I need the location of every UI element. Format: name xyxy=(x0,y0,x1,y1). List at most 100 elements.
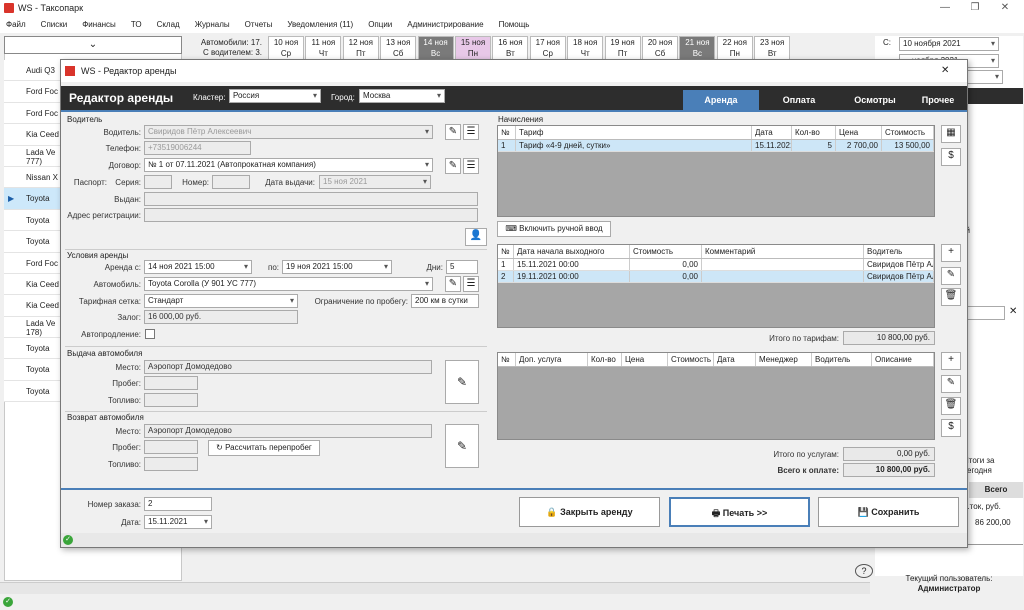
car-list-icon[interactable]: ☰ xyxy=(463,276,479,292)
menu-item[interactable]: Финансы xyxy=(82,20,116,29)
calendar-day[interactable]: 21 ноя Вс xyxy=(679,36,716,60)
pickup-mileage-field[interactable] xyxy=(144,376,198,390)
pickup-place-field[interactable]: Аэропорт Домодедово xyxy=(144,360,432,374)
calendar-day[interactable]: 11 ноя Чт xyxy=(305,36,342,60)
column-header[interactable]: Тариф xyxy=(516,126,752,139)
menu-item[interactable]: Отчеты xyxy=(245,20,273,29)
car-list-item[interactable]: Toyota xyxy=(4,209,64,232)
table-row[interactable]: 1 15.11.2021 00:00 0,00 Свиридов Пётр Ал xyxy=(498,259,934,271)
rent-to-field[interactable]: 19 ноя 2021 15:00 xyxy=(282,260,392,274)
calendar-day[interactable]: 20 ноя Сб xyxy=(642,36,678,60)
car-list-item[interactable]: Toyota xyxy=(4,338,64,360)
charges-table[interactable]: № Тариф Дата Кол-во Цена Стоимость 1 Тариф «4-9… xyxy=(497,125,935,217)
edit-pickup-icon[interactable]: ✎ xyxy=(445,360,479,404)
column-header[interactable]: Водитель xyxy=(864,245,934,258)
menu-item[interactable]: Файл xyxy=(6,20,26,29)
date-field[interactable]: 15.11.2021 xyxy=(144,515,212,529)
car-list-item[interactable]: Kia Ceed xyxy=(4,295,64,317)
edit-car-icon[interactable]: ✎ xyxy=(445,276,461,292)
column-header[interactable]: Цена xyxy=(836,126,882,139)
edit-return-icon[interactable]: ✎ xyxy=(445,424,479,468)
column-header[interactable]: Кол-во xyxy=(588,353,622,366)
column-header[interactable]: Комментарий xyxy=(702,245,864,258)
column-header[interactable]: № xyxy=(498,126,516,139)
column-header[interactable]: Менеджер xyxy=(756,353,812,366)
contract-select[interactable]: № 1 от 07.11.2021 (Автопрокатная компани… xyxy=(144,158,433,172)
minimize-button[interactable]: — xyxy=(930,0,960,16)
order-number-field[interactable]: 2 xyxy=(144,497,212,511)
menu-item[interactable]: ТО xyxy=(131,20,142,29)
column-header[interactable]: Цена xyxy=(622,353,668,366)
right-search-field[interactable] xyxy=(965,306,1005,320)
calendar-day[interactable]: 18 ноя Чт xyxy=(567,36,604,60)
service-currency-icon[interactable]: $ xyxy=(941,419,961,437)
deposit-field[interactable]: 16 000,00 руб. xyxy=(144,310,298,324)
autoextend-checkbox[interactable] xyxy=(145,329,155,339)
car-list-item[interactable]: Toyota xyxy=(4,359,64,381)
print-button[interactable]: 🖶 Печать >> xyxy=(669,497,810,527)
save-button[interactable]: 💾 Сохранить xyxy=(818,497,959,527)
column-header[interactable]: № xyxy=(498,245,514,258)
tariff-select[interactable]: Стандарт xyxy=(144,294,298,308)
column-header[interactable]: Водитель xyxy=(812,353,872,366)
column-header[interactable]: Кол-во xyxy=(792,126,836,139)
close-rental-button[interactable]: 🔒 Закрыть аренду xyxy=(519,497,660,527)
column-header[interactable]: Стоимость xyxy=(668,353,714,366)
city-select[interactable]: Москва xyxy=(359,89,445,103)
date-from-field[interactable]: 10 ноября 2021 xyxy=(899,37,999,51)
tab-payment[interactable]: Оплата xyxy=(761,90,837,110)
menu-item[interactable]: Опции xyxy=(368,20,392,29)
car-list-item[interactable]: Kia Ceed xyxy=(4,273,64,296)
number-field[interactable] xyxy=(212,175,250,189)
menu-item[interactable]: Уведомления (11) xyxy=(287,20,353,29)
calendar-day[interactable]: 16 ноя Вт xyxy=(492,36,529,60)
edit-service-icon[interactable]: ✎ xyxy=(941,375,961,393)
tab-inspections[interactable]: Осмотры xyxy=(837,90,913,110)
delete-icon[interactable]: 🗑 xyxy=(941,288,961,306)
edit-contract-icon[interactable]: ✎ xyxy=(445,158,461,174)
mileage-limit-field[interactable]: 200 км в сутки xyxy=(411,294,479,308)
column-header[interactable]: Дата xyxy=(714,353,756,366)
column-header[interactable]: Стоимость xyxy=(882,126,934,139)
cluster-select[interactable]: Россия xyxy=(229,89,321,103)
car-list-item[interactable]: Lada Ve 178) xyxy=(4,316,64,339)
horizontal-scrollbar[interactable] xyxy=(0,582,870,594)
calendar-day[interactable]: 19 ноя Пт xyxy=(604,36,641,60)
car-list-item[interactable]: Audi Q3 xyxy=(4,60,64,82)
column-header[interactable]: Доп. услуга xyxy=(516,353,588,366)
edit-icon[interactable]: ✎ xyxy=(941,267,961,285)
car-list-item[interactable]: Ford Foc xyxy=(4,252,64,274)
phone-field[interactable]: +73519006244 xyxy=(144,141,251,155)
rent-from-field[interactable]: 14 ноя 2021 15:00 xyxy=(144,260,252,274)
days-stepper[interactable]: 5 xyxy=(446,260,478,274)
add-icon[interactable]: + xyxy=(941,244,961,262)
column-header[interactable]: № xyxy=(498,353,516,366)
manual-input-button[interactable]: ⌨ Включить ручной ввод xyxy=(497,221,611,237)
expand-button[interactable]: ⌄ xyxy=(4,36,182,54)
calendar-day[interactable]: 10 ноя Ср xyxy=(268,36,304,60)
weekend-table[interactable]: № Дата начала выходного Стоимость Комментар… xyxy=(497,244,935,328)
menu-item[interactable]: Помощь xyxy=(499,20,530,29)
car-list-item[interactable]: Nissan X xyxy=(4,166,64,189)
currency-icon[interactable]: $ xyxy=(941,148,961,166)
car-list-item[interactable]: Toyota xyxy=(4,380,64,403)
column-header[interactable]: Описание xyxy=(872,353,934,366)
menu-item[interactable]: Администрирование xyxy=(407,20,483,29)
menu-item[interactable]: Списки xyxy=(41,20,68,29)
address-field[interactable] xyxy=(144,208,478,222)
clear-icon[interactable]: ✕ xyxy=(1009,306,1017,317)
edit-driver-icon[interactable]: ✎ xyxy=(445,124,461,140)
table-row[interactable]: 1 Тариф «4-9 дней, сутки» 15.11.2021 5 2 700… xyxy=(498,140,934,152)
return-place-field[interactable]: Аэропорт Домодедово xyxy=(144,424,432,438)
table-row[interactable]: 2 19.11.2021 00:00 0,00 Свиридов Пётр Ал xyxy=(498,271,934,283)
maximize-button[interactable]: ❐ xyxy=(960,0,990,16)
close-button[interactable]: ✕ xyxy=(990,0,1020,16)
add-service-icon[interactable]: + xyxy=(941,352,961,370)
menu-item[interactable]: Склад xyxy=(157,20,180,29)
car-list-item[interactable]: Lada Ve 777) xyxy=(4,145,64,167)
car-list-item[interactable]: Toyota xyxy=(4,231,64,253)
tariff-table-icon[interactable]: ▦ xyxy=(941,125,961,143)
car-list-item[interactable]: ▶ Toyota xyxy=(4,188,64,210)
return-mileage-field[interactable] xyxy=(144,440,198,454)
calendar-day[interactable]: 23 ноя Вт xyxy=(754,36,791,60)
